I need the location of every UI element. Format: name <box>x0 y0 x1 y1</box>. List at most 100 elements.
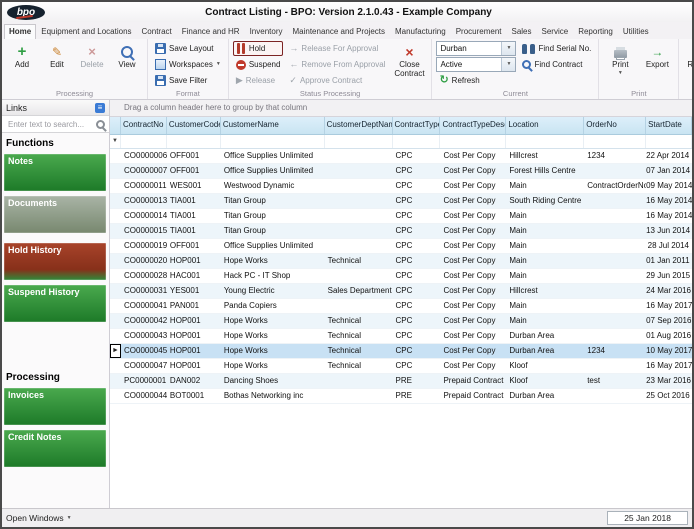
tab-equipment-and-locations[interactable]: Equipment and Locations <box>36 24 136 39</box>
save-filter-button[interactable]: Save Filter <box>152 73 224 88</box>
save-layout-button[interactable]: Save Layout <box>152 41 224 56</box>
column-header-contracttypedesc[interactable]: ContractTypeDesc <box>440 117 507 134</box>
row-selector[interactable] <box>110 149 121 163</box>
table-row[interactable]: CO0000041 PAN001 Panda Copiers CPC Cost Per … <box>110 299 692 314</box>
row-selector[interactable] <box>110 224 121 238</box>
tab-procurement[interactable]: Procurement <box>451 24 507 39</box>
table-row[interactable]: ► CO0000045 HOP001 Hope Works Technical CPC Co… <box>110 344 692 359</box>
row-selector[interactable] <box>110 329 121 343</box>
tab-maintenance-and-projects[interactable]: Maintenance and Projects <box>287 24 390 39</box>
row-selector[interactable] <box>110 179 121 193</box>
filter-cell-customerdeptname[interactable] <box>325 135 393 148</box>
export-button[interactable]: → Export <box>640 41 674 70</box>
links-menu-icon[interactable]: ≡ <box>95 102 105 113</box>
edit-button[interactable]: ✎ Edit <box>41 41 73 70</box>
filter-cell-contracttype[interactable] <box>393 135 441 148</box>
session-date[interactable]: 25 Jan 2018 <box>607 511 688 525</box>
column-header-location[interactable]: Location <box>506 117 585 134</box>
row-selector[interactable] <box>110 359 121 373</box>
table-row[interactable]: PC0000001 DAN002 Dancing Shoes PRE Prepaid C… <box>110 374 692 389</box>
print-button[interactable]: Print ▼ <box>603 41 637 76</box>
add-button[interactable]: + Add <box>6 41 38 70</box>
tab-finance-and-hr[interactable]: Finance and HR <box>177 24 245 39</box>
search-input[interactable] <box>6 118 92 130</box>
tab-inventory[interactable]: Inventory <box>245 24 288 39</box>
sidebar-tile-documents[interactable]: Documents <box>4 196 106 233</box>
table-row[interactable]: CO0000028 HAC001 Hack PC - IT Shop CPC Cost … <box>110 269 692 284</box>
row-selector[interactable] <box>110 254 121 268</box>
tab-utilities[interactable]: Utilities <box>618 24 654 39</box>
sidebar-tile-invoices[interactable]: Invoices <box>4 388 106 425</box>
delete-button[interactable]: × Delete <box>76 41 108 70</box>
column-header-customerdeptname[interactable]: CustomerDeptName <box>325 117 393 134</box>
column-header-customercode[interactable]: CustomerCode <box>167 117 221 134</box>
reports-button[interactable]: Reports ▼ <box>683 41 692 76</box>
row-selector[interactable] <box>110 374 121 388</box>
row-selector[interactable] <box>110 209 121 223</box>
tab-sales[interactable]: Sales <box>506 24 536 39</box>
row-selector[interactable] <box>110 284 121 298</box>
column-header-contractno[interactable]: ContractNo <box>121 117 167 134</box>
remove-from-approval-button[interactable]: ← Remove From Approval <box>286 57 388 72</box>
row-selector[interactable] <box>110 389 121 403</box>
view-button[interactable]: View <box>111 41 143 70</box>
row-selector[interactable] <box>110 164 121 178</box>
sidebar-tile-hold-history[interactable]: Hold History <box>4 243 106 280</box>
tab-service[interactable]: Service <box>537 24 574 39</box>
table-row[interactable]: CO0000031 YES001 Young Electric Sales Depar… <box>110 284 692 299</box>
table-row[interactable]: CO0000047 HOP001 Hope Works Technical CPC Cos… <box>110 359 692 374</box>
approve-contract-button[interactable]: ✓ Approve Contract <box>286 73 388 88</box>
tab-reporting[interactable]: Reporting <box>573 24 618 39</box>
table-row[interactable]: CO0000014 TIA001 Titan Group CPC Cost Per Co… <box>110 209 692 224</box>
column-header-orderno[interactable]: OrderNo <box>584 117 647 134</box>
sidebar-tile-credit-notes[interactable]: Credit Notes <box>4 430 106 467</box>
cell-orderno <box>584 284 646 298</box>
column-header-startdate[interactable]: StartDate <box>646 117 692 134</box>
filter-cell-orderno[interactable] <box>584 135 647 148</box>
workspaces-button[interactable]: Workspaces ▼ <box>152 57 224 72</box>
find-serial-no-button[interactable]: Find Serial No. <box>519 41 594 56</box>
table-row[interactable]: CO0000019 OFF001 Office Supplies Unlimited… <box>110 239 692 254</box>
filter-cell-customercode[interactable] <box>167 135 221 148</box>
row-selector[interactable] <box>110 239 121 253</box>
hold-button[interactable]: Hold <box>232 41 284 56</box>
table-row[interactable]: CO0000006 OFF001 Office Supplies Unlimited… <box>110 149 692 164</box>
column-header-contracttype[interactable]: ContractType <box>393 117 441 134</box>
row-selector[interactable] <box>110 314 121 328</box>
table-row[interactable]: CO0000015 TIA001 Titan Group CPC Cost Per Co… <box>110 224 692 239</box>
table-row[interactable]: CO0000011 WES001 Westwood Dynamic CPC Cost P… <box>110 179 692 194</box>
tab-manufacturing[interactable]: Manufacturing <box>390 24 451 39</box>
release-for-approval-button[interactable]: → Release For Approval <box>286 41 388 56</box>
filter-cell-location[interactable] <box>506 135 585 148</box>
release-button[interactable]: ▶ Release <box>233 73 284 88</box>
filter-cell-contractno[interactable] <box>121 135 167 148</box>
find-contract-button[interactable]: Find Contract <box>519 57 594 72</box>
filter-cell-customername[interactable] <box>221 135 325 148</box>
tab-home[interactable]: Home <box>4 24 37 39</box>
filter-cell-contracttypedesc[interactable] <box>440 135 507 148</box>
filter-cell-startdate[interactable] <box>646 135 692 148</box>
sidebar-tile-notes[interactable]: Notes <box>4 154 106 191</box>
row-selector[interactable] <box>110 194 121 208</box>
table-row[interactable]: CO0000013 TIA001 Titan Group CPC Cost Per Co… <box>110 194 692 209</box>
view-button-label: View <box>118 60 136 69</box>
tab-contract[interactable]: Contract <box>137 24 177 39</box>
row-selector[interactable] <box>110 299 121 313</box>
row-selector[interactable] <box>110 269 121 283</box>
open-windows-button[interactable]: Open Windows ▼ <box>6 513 72 523</box>
suspend-button[interactable]: Suspend <box>233 57 284 72</box>
refresh-button[interactable]: ↻ Refresh <box>436 73 516 88</box>
table-row[interactable]: CO0000020 HOP001 Hope Works Technical CPC Cos… <box>110 254 692 269</box>
table-row[interactable]: CO0000044 BOT0001 Bothas Networking inc PRE… <box>110 389 692 404</box>
table-row[interactable]: CO0000007 OFF001 Office Supplies Unlimited… <box>110 164 692 179</box>
site-filter-dropdown[interactable]: Durban ▼ <box>436 41 517 56</box>
close-contract-button[interactable]: × Close Contract <box>391 41 427 79</box>
sidebar-tile-suspend-history[interactable]: Suspend History <box>4 285 106 322</box>
column-header-customername[interactable]: CustomerName <box>221 117 325 134</box>
status-filter-dropdown[interactable]: Active ▼ <box>436 57 517 72</box>
table-row[interactable]: CO0000042 HOP001 Hope Works Technical CPC Cos… <box>110 314 692 329</box>
selected-row-indicator[interactable]: ► <box>110 344 121 358</box>
table-row[interactable]: CO0000043 HOP001 Hope Works Technical CPC Cos… <box>110 329 692 344</box>
group-by-panel[interactable]: Drag a column header here to group by th… <box>110 100 692 117</box>
cell-contractno: CO0000043 <box>124 331 167 340</box>
